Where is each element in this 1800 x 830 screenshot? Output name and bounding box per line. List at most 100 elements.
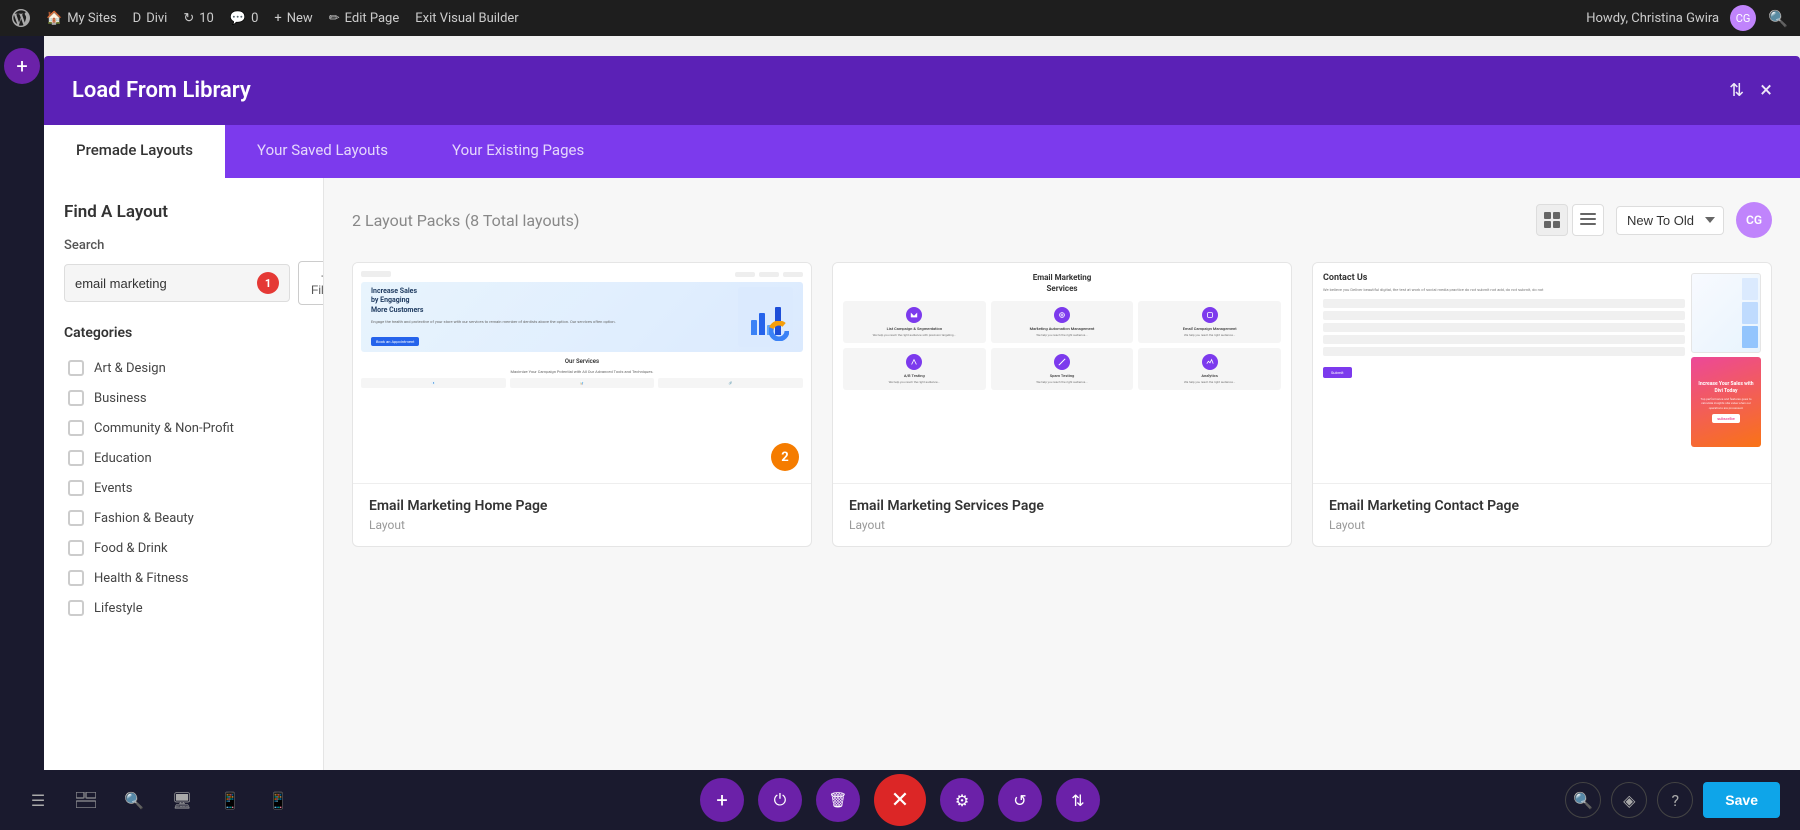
edit-page-link[interactable]: ✏ Edit Page — [329, 11, 400, 26]
cat-checkbox-events — [68, 480, 84, 496]
delete-button[interactable]: 🗑 — [816, 778, 860, 822]
card-services-page[interactable]: Email Marketing Services List Campaign &… — [832, 262, 1292, 547]
search-button-right[interactable]: 🔍 — [1565, 782, 1601, 818]
card-home-name: Email Marketing Home Page — [369, 498, 795, 514]
filter-panel: Find A Layout Search 1 + Filter Categori… — [44, 178, 324, 786]
left-sidebar: + — [0, 36, 44, 830]
search-input[interactable] — [75, 276, 251, 291]
search-icon[interactable]: 🔍 — [1768, 9, 1788, 28]
list-view-button[interactable] — [1572, 204, 1604, 236]
filter-button[interactable]: + Filter — [298, 261, 324, 305]
header-right: New To Old Old To New A to Z Z to A CG — [1536, 202, 1772, 238]
tab-premade-layouts[interactable]: Premade Layouts — [44, 125, 225, 178]
category-business[interactable]: Business — [64, 383, 303, 413]
wp-admin-bar: 🏠 My Sites D Divi ↻ 10 💬 0 + New ✏ Edit … — [0, 0, 1800, 36]
toolbar-right: 🔍 ◈ ? Save — [1565, 782, 1780, 818]
modal-title: Load From Library — [72, 78, 251, 103]
user-greeting[interactable]: Howdy, Christina Gwira CG — [1586, 5, 1756, 31]
adjust-icon[interactable]: ⇅ — [1729, 80, 1744, 101]
wireframe-view-button[interactable] — [68, 782, 104, 818]
close-modal-button[interactable]: × — [1760, 78, 1772, 103]
content-header: 2 Layout Packs (8 Total layouts) — [352, 202, 1772, 238]
modal-header-actions: ⇅ × — [1729, 78, 1772, 103]
category-lifestyle[interactable]: Lifestyle — [64, 593, 303, 623]
card-contact-preview: Contact Us We believe you Deliver beauti… — [1313, 263, 1771, 483]
power-button[interactable]: ⏻ — [758, 778, 802, 822]
category-community[interactable]: Community & Non-Profit — [64, 413, 303, 443]
tab-saved-layouts[interactable]: Your Saved Layouts — [225, 125, 420, 178]
mobile-view-button[interactable]: 📱 — [260, 782, 296, 818]
updates-icon: ↻ — [183, 11, 194, 26]
filter-panel-title: Find A Layout — [64, 202, 303, 222]
cat-checkbox-health — [68, 570, 84, 586]
wp-logo-link[interactable] — [12, 9, 30, 27]
divi-icon: D — [133, 11, 142, 26]
history-button[interactable]: ↺ — [998, 778, 1042, 822]
my-sites-menu[interactable]: 🏠 My Sites — [46, 11, 117, 26]
grid-view-button[interactable] — [1536, 204, 1568, 236]
search-label: Search — [64, 238, 303, 253]
card-home-preview: Increase Salesby EngagingMore Customers … — [353, 263, 811, 483]
divi-menu[interactable]: D Divi — [133, 11, 168, 26]
user-avatar: CG — [1730, 5, 1756, 31]
comments-menu[interactable]: 💬 0 — [230, 11, 259, 26]
add-module-button[interactable]: + — [4, 48, 40, 84]
card-contact-type: Layout — [1329, 518, 1755, 532]
plus-icon: + — [274, 11, 281, 26]
new-menu[interactable]: + New — [274, 11, 312, 26]
content-panel: 2 Layout Packs (8 Total layouts) — [324, 178, 1800, 786]
layout-packs-title: 2 Layout Packs (8 Total layouts) — [352, 210, 579, 231]
card-services-name: Email Marketing Services Page — [849, 498, 1275, 514]
cat-checkbox-lifestyle — [68, 600, 84, 616]
card-services-type: Layout — [849, 518, 1275, 532]
save-button[interactable]: Save — [1703, 782, 1780, 818]
category-education[interactable]: Education — [64, 443, 303, 473]
cat-checkbox-community — [68, 420, 84, 436]
cat-checkbox-education — [68, 450, 84, 466]
user-avatar-filter[interactable]: CG — [1736, 202, 1772, 238]
modal-header: Load From Library ⇅ × — [44, 56, 1800, 125]
layers-button[interactable]: ◈ — [1611, 782, 1647, 818]
desktop-view-button[interactable]: 🖥 — [164, 782, 200, 818]
category-events[interactable]: Events — [64, 473, 303, 503]
close-builder-button[interactable]: ✕ — [874, 774, 926, 826]
updates-menu[interactable]: ↻ 10 — [183, 11, 214, 26]
search-layout-button[interactable]: 🔍 — [116, 782, 152, 818]
sort-select[interactable]: New To Old Old To New A to Z Z to A — [1616, 206, 1724, 235]
card-services-preview: Email Marketing Services List Campaign &… — [833, 263, 1291, 483]
card-contact-info: Email Marketing Contact Page Layout — [1313, 483, 1771, 546]
card-home-page[interactable]: Increase Salesby EngagingMore Customers … — [352, 262, 812, 547]
layout-button[interactable]: ⇅ — [1056, 778, 1100, 822]
house-icon: 🏠 — [46, 11, 62, 26]
load-from-library-modal: Load From Library ⇅ × Premade Layouts Yo… — [44, 56, 1800, 786]
category-art-design[interactable]: Art & Design — [64, 353, 303, 383]
exit-builder-link[interactable]: Exit Visual Builder — [415, 11, 518, 26]
category-fashion[interactable]: Fashion & Beauty — [64, 503, 303, 533]
search-row: 1 + Filter — [64, 261, 303, 305]
pencil-icon: ✏ — [329, 11, 340, 26]
cat-checkbox-fashion — [68, 510, 84, 526]
cat-checkbox-food — [68, 540, 84, 556]
card-home-type: Layout — [369, 518, 795, 532]
cat-checkbox-business — [68, 390, 84, 406]
search-input-wrap: 1 — [64, 264, 290, 302]
search-badge: 1 — [257, 272, 279, 294]
modal-tabs: Premade Layouts Your Saved Layouts Your … — [44, 125, 1800, 178]
hamburger-menu-button[interactable]: ☰ — [20, 782, 56, 818]
bottom-toolbar: ☰ 🔍 🖥 📱 📱 + ⏻ 🗑 ✕ ⚙ ↺ ⇅ 🔍 ◈ ? Save — [0, 770, 1800, 830]
cat-checkbox-art — [68, 360, 84, 376]
tab-existing-pages[interactable]: Your Existing Pages — [420, 125, 616, 178]
view-toggle — [1536, 204, 1604, 236]
settings-button[interactable]: ⚙ — [940, 778, 984, 822]
card-services-info: Email Marketing Services Page Layout — [833, 483, 1291, 546]
toolbar-center: + ⏻ 🗑 ✕ ⚙ ↺ ⇅ — [700, 774, 1100, 826]
help-button[interactable]: ? — [1657, 782, 1693, 818]
category-food[interactable]: Food & Drink — [64, 533, 303, 563]
card-contact-page[interactable]: Contact Us We believe you Deliver beauti… — [1312, 262, 1772, 547]
card-badge-2: 2 — [771, 443, 799, 471]
categories-title: Categories — [64, 325, 303, 341]
toolbar-left: ☰ 🔍 🖥 📱 📱 — [20, 782, 296, 818]
category-health[interactable]: Health & Fitness — [64, 563, 303, 593]
add-section-button[interactable]: + — [700, 778, 744, 822]
tablet-view-button[interactable]: 📱 — [212, 782, 248, 818]
